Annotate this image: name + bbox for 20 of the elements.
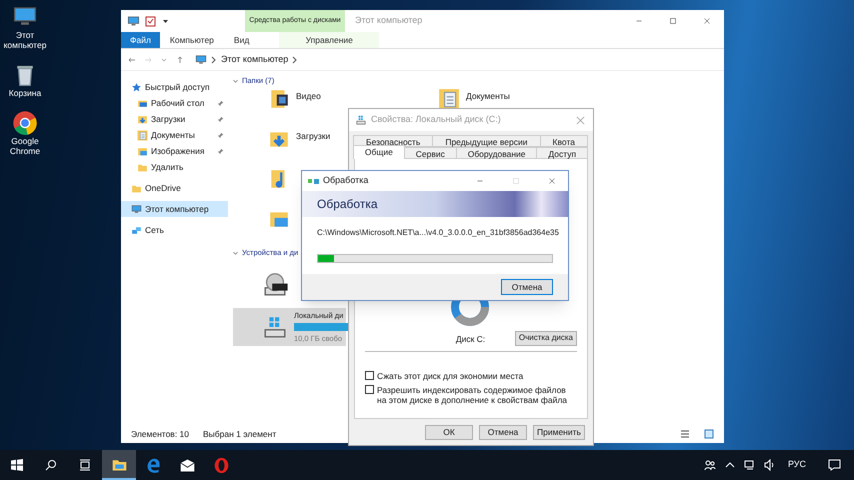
checkbox-label: Разрешить индексировать содержимое файлов на этом диске в дополнение к свойствам файла bbox=[377, 384, 568, 405]
dialog-title: Свойства: Локальный диск (C:) bbox=[371, 113, 502, 126]
nav-label: Этот компьютер bbox=[145, 202, 210, 216]
status-text: Выбран 1 элемент bbox=[203, 428, 276, 440]
nav-label: OneDrive bbox=[145, 182, 182, 194]
dialog-heading: Обработка bbox=[302, 191, 568, 217]
nav-label: Удалить bbox=[151, 160, 184, 174]
dialog-title: Обработка bbox=[323, 174, 370, 188]
file-path: C:\Windows\Microsoft.NET\a...\v4.0_3.0.0.0_en_31bf3856ad364e35 bbox=[316, 227, 560, 239]
nav-label: Сеть bbox=[145, 224, 165, 236]
nav-label: Изображения bbox=[151, 144, 206, 158]
nav-label: Загрузки bbox=[151, 112, 186, 126]
nav-label: Документы bbox=[151, 128, 196, 142]
status-text: Элементов: 10 bbox=[131, 428, 189, 440]
address-path: Этот компьютер bbox=[221, 52, 288, 66]
nav-label: Быстрый доступ bbox=[145, 80, 211, 94]
window-title: Этот компьютер bbox=[354, 14, 424, 28]
checkbox-label: Сжать этот диск для экономии места bbox=[377, 370, 524, 381]
nav-label: Рабочий стол bbox=[151, 96, 206, 110]
disk-label: Диск C: bbox=[456, 333, 486, 346]
